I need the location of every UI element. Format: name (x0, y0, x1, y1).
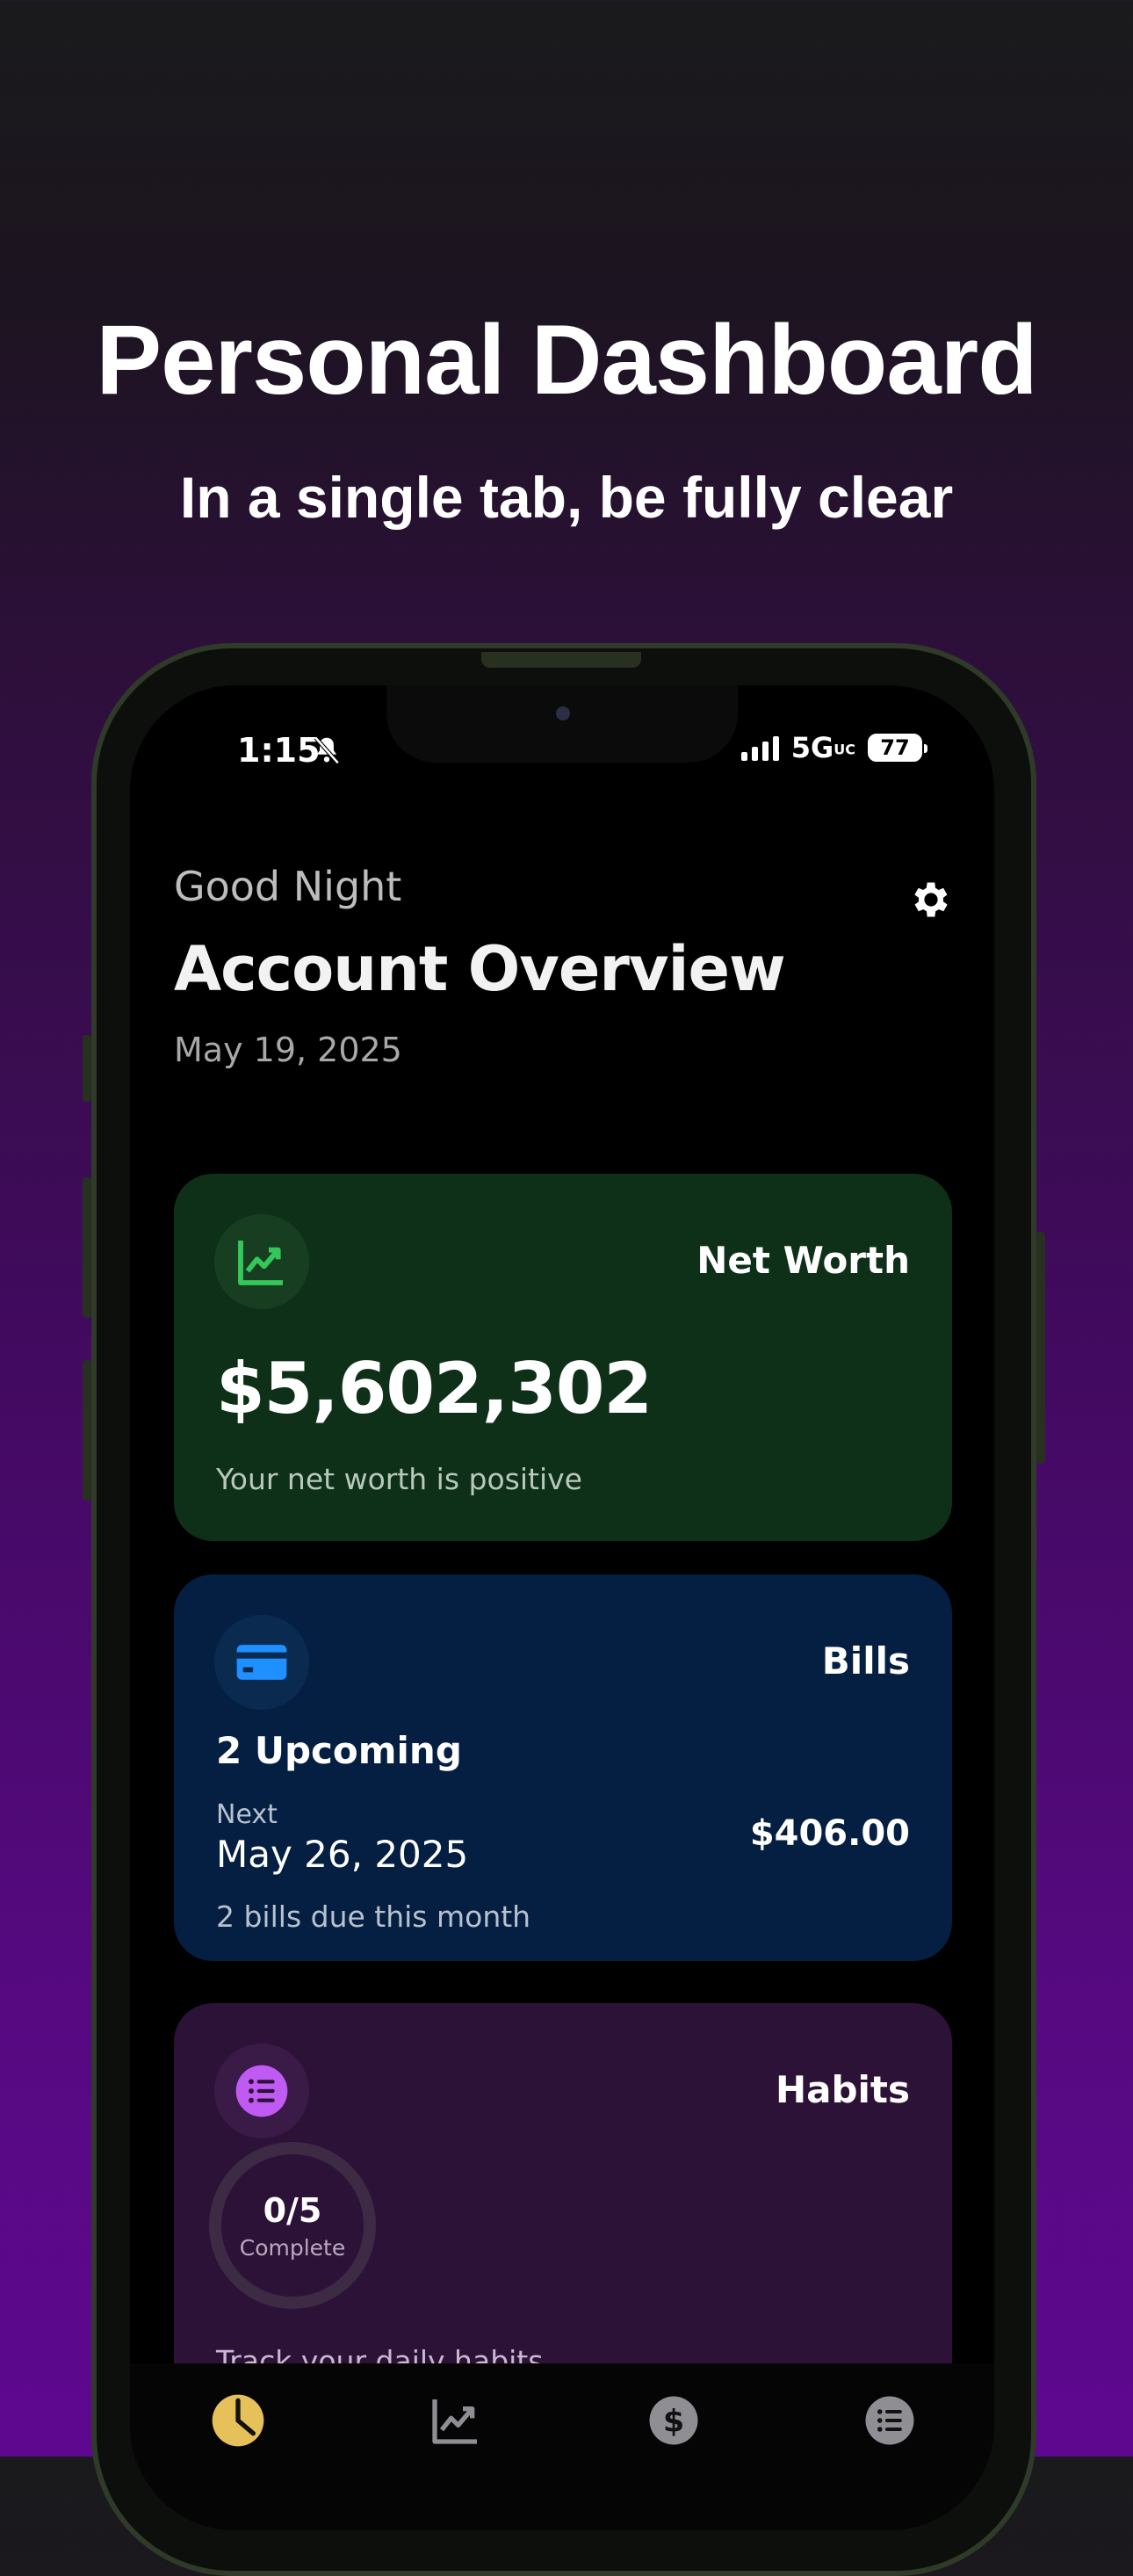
tab-list[interactable] (859, 2390, 920, 2451)
tab-trends[interactable] (425, 2390, 487, 2451)
list-icon (865, 2396, 914, 2445)
bills-label: Bills (821, 1639, 910, 1682)
bills-upcoming-count: 2 Upcoming (216, 1729, 462, 1772)
status-right-group: 5GUC 77 (740, 731, 927, 764)
net-worth-note: Your net worth is positive (216, 1462, 582, 1496)
tab-overview[interactable] (207, 2390, 269, 2451)
habits-progress-ring: 0/5 Complete (209, 2142, 376, 2309)
greeting-text: Good Night (174, 863, 402, 910)
page-title: Account Overview (174, 933, 786, 1005)
net-worth-amount: $5,602,302 (216, 1348, 653, 1429)
bills-note: 2 bills due this month (216, 1899, 531, 1934)
signal-bars-icon (740, 734, 779, 761)
top-speaker (481, 652, 641, 668)
pie-chart-icon (212, 2394, 264, 2447)
trend-up-icon (214, 1214, 309, 1309)
habits-progress-label: Complete (239, 2234, 346, 2261)
bills-next-date: May 26, 2025 (216, 1833, 469, 1876)
habits-progress-value: 0/5 (263, 2190, 322, 2230)
side-button-power (1036, 1232, 1045, 1464)
status-time: 1:15 (237, 731, 321, 770)
promo-headline: Personal Dashboard (96, 305, 1037, 415)
bills-next-amount: $406.00 (749, 1813, 910, 1854)
bills-next-label: Next (216, 1799, 278, 1830)
tab-bar: $ (130, 2363, 994, 2530)
dynamic-notch (386, 685, 738, 763)
battery-indicator: 77 (868, 734, 927, 762)
habits-card[interactable]: Habits 0/5 Complete Track your daily hab… (174, 2003, 952, 2425)
chart-line-icon (432, 2399, 477, 2444)
bills-card[interactable]: Bills 2 Upcoming Next May 26, 2025 $406.… (174, 1574, 952, 1961)
side-button-volume-down (83, 1360, 91, 1501)
habits-label: Habits (775, 2068, 910, 2111)
svg-text:$: $ (663, 2405, 684, 2440)
credit-card-icon (214, 1615, 309, 1710)
net-worth-card[interactable]: Net Worth $5,602,302 Your net worth is p… (174, 1174, 952, 1541)
side-button-silent (83, 1035, 91, 1102)
network-indicator: 5GUC (790, 731, 855, 764)
phone-screen: 1:15 5GUC 77 Good Night Account Overview… (130, 685, 994, 2530)
net-worth-label: Net Worth (696, 1239, 910, 1282)
list-bullet-icon (214, 2044, 309, 2138)
gear-icon[interactable] (908, 877, 954, 923)
promo-subline: In a single tab, be fully clear (179, 465, 954, 530)
page-date: May 19, 2025 (174, 1031, 402, 1069)
dollar-icon: $ (649, 2396, 698, 2445)
side-button-volume-up (83, 1177, 91, 1318)
bell-slash-icon (314, 736, 340, 764)
camera-icon (556, 706, 570, 720)
tab-money[interactable]: $ (643, 2390, 704, 2451)
